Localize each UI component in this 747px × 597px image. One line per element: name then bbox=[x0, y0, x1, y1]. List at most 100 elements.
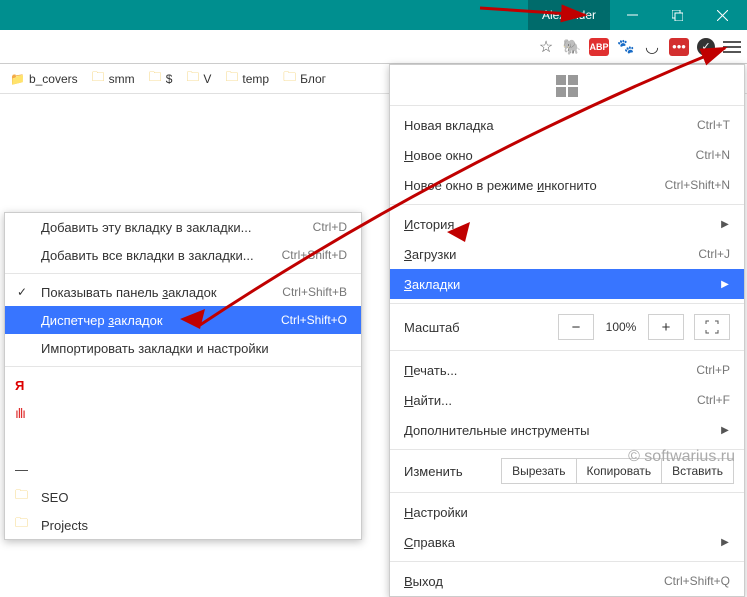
separator bbox=[390, 303, 744, 304]
shortcut: Ctrl+Shift+D bbox=[282, 248, 347, 262]
submenu-show-bar[interactable]: ✓Показывать панель закладокCtrl+Shift+B bbox=[5, 278, 361, 306]
lastpass-icon[interactable]: ••• bbox=[669, 38, 689, 56]
bookmark-label: smm bbox=[109, 72, 135, 86]
folder-icon: 🗀 bbox=[186, 68, 199, 90]
folder-icon: 📁 bbox=[10, 72, 25, 86]
bookmark-label: $ bbox=[166, 72, 173, 86]
menu-label: Диспетчер закладок bbox=[41, 313, 163, 328]
bookmark-folder[interactable]: 🗀 temp bbox=[221, 65, 273, 93]
bookmark-folder-projects[interactable]: 🗀Projects bbox=[5, 511, 361, 539]
chevron-right-icon: ▶ bbox=[720, 219, 730, 230]
menu-label: Импортировать закладки и настройки bbox=[41, 341, 269, 356]
separator bbox=[390, 204, 744, 205]
shortcut: Ctrl+T bbox=[697, 118, 730, 132]
menu-label: Закладки bbox=[404, 277, 460, 292]
separator bbox=[5, 273, 361, 274]
menu-zoom: Масштаб − 100% + bbox=[390, 308, 744, 346]
menu-label: Новое окно bbox=[404, 148, 473, 163]
chevron-right-icon: ▶ bbox=[720, 537, 730, 548]
menu-label: Показывать панель закладок bbox=[41, 285, 217, 300]
bookmark-label: V bbox=[203, 72, 211, 86]
menu-tools[interactable]: Дополнительные инструменты ▶ bbox=[390, 415, 744, 445]
menu-label: Печать... bbox=[404, 363, 457, 378]
menu-help[interactable]: Справка▶ bbox=[390, 527, 744, 557]
menu-new-tab[interactable]: Новая вкладка Ctrl+T bbox=[390, 110, 744, 140]
menu-label: Найти... bbox=[404, 393, 452, 408]
extension-icon[interactable]: ✓ bbox=[697, 38, 715, 56]
bookmark-item[interactable]: Я bbox=[5, 371, 361, 399]
submenu-add-all-tabs[interactable]: Добавить все вкладки в закладки...Ctrl+S… bbox=[5, 241, 361, 269]
separator bbox=[5, 366, 361, 367]
separator bbox=[390, 492, 744, 493]
submenu-bookmark-manager[interactable]: Диспетчер закладокCtrl+Shift+O bbox=[5, 306, 361, 334]
cut-button[interactable]: Вырезать bbox=[501, 458, 576, 484]
shortcut: Ctrl+F bbox=[697, 393, 730, 407]
folder-icon: 🗀 bbox=[149, 68, 162, 90]
menu-label: Дополнительные инструменты bbox=[404, 423, 590, 438]
browser-toolbar: ☆ 🐘 ABP 🐾 ◡ ••• ✓ bbox=[0, 30, 747, 64]
menu-label: Новая вкладка bbox=[404, 118, 494, 133]
menu-label: Добавить эту вкладку в закладки... bbox=[41, 220, 251, 235]
bookmark-label: b_covers bbox=[29, 72, 78, 86]
menu-settings[interactable]: Настройки bbox=[390, 497, 744, 527]
folder-icon: 🗀 bbox=[92, 68, 105, 90]
user-badge[interactable]: Alexander bbox=[528, 0, 610, 30]
check-icon: ✓ bbox=[17, 285, 27, 299]
separator bbox=[390, 350, 744, 351]
folder-icon: 🗀 bbox=[225, 68, 238, 90]
apps-button[interactable] bbox=[390, 65, 744, 101]
pocket-icon[interactable]: ◡ bbox=[643, 38, 661, 56]
bookmark-folder[interactable]: 📁 b_covers bbox=[6, 69, 82, 89]
shortcut: Ctrl+P bbox=[696, 363, 730, 377]
zoom-label: Масштаб bbox=[404, 320, 558, 335]
shortcut: Ctrl+N bbox=[696, 148, 730, 162]
close-button[interactable] bbox=[700, 0, 745, 30]
menu-label: Projects bbox=[41, 518, 88, 533]
bookmark-folder[interactable]: 🗀V bbox=[182, 65, 215, 93]
menu-label: История bbox=[404, 217, 454, 232]
window-titlebar: Alexander bbox=[0, 0, 747, 30]
menu-incognito[interactable]: Новое окно в режиме инкогнитоCtrl+Shift+… bbox=[390, 170, 744, 200]
zoom-value: 100% bbox=[594, 320, 648, 334]
yandex-icon: Я bbox=[15, 378, 24, 393]
menu-downloads[interactable]: ЗагрузкиCtrl+J bbox=[390, 239, 744, 269]
main-menu: Новая вкладка Ctrl+T Новое окно Ctrl+N Нов… bbox=[389, 64, 745, 597]
bookmark-folder[interactable]: 🗀Блог bbox=[279, 65, 330, 93]
zoom-out-button[interactable]: − bbox=[558, 314, 594, 340]
fullscreen-button[interactable] bbox=[694, 314, 730, 340]
bookmark-folder[interactable]: 🗀$ bbox=[145, 65, 177, 93]
submenu-add-this-tab[interactable]: Добавить эту вкладку в закладки... Ctrl+D bbox=[5, 213, 361, 241]
hamburger-menu-icon[interactable] bbox=[723, 38, 741, 56]
menu-find[interactable]: Найти... Ctrl+F bbox=[390, 385, 744, 415]
chevron-right-icon: ▶ bbox=[720, 425, 730, 436]
minimize-button[interactable] bbox=[610, 0, 655, 30]
menu-new-window[interactable]: Новое окно Ctrl+N bbox=[390, 140, 744, 170]
separator bbox=[390, 105, 744, 106]
bookmark-folder-seo[interactable]: 🗀SEO bbox=[5, 483, 361, 511]
folder-icon: 🗀 bbox=[15, 486, 28, 508]
maximize-button[interactable] bbox=[655, 0, 700, 30]
separator bbox=[390, 561, 744, 562]
menu-label: Выход bbox=[404, 574, 443, 589]
bars-icon: ıllı bbox=[15, 405, 25, 421]
shortcut: Ctrl+Shift+N bbox=[665, 178, 730, 192]
bookmark-item[interactable]: ıllı bbox=[5, 399, 361, 427]
shortcut: Ctrl+D bbox=[313, 220, 347, 234]
menu-history[interactable]: История ▶ bbox=[390, 209, 744, 239]
bookmark-folder[interactable]: 🗀 smm bbox=[88, 65, 139, 93]
star-icon[interactable]: ☆ bbox=[537, 38, 555, 56]
submenu-import[interactable]: Импортировать закладки и настройки bbox=[5, 334, 361, 362]
menu-print[interactable]: Печать... Ctrl+P bbox=[390, 355, 744, 385]
bookmark-item[interactable]: — bbox=[5, 455, 361, 483]
menu-bookmarks[interactable]: Закладки▶ bbox=[390, 269, 744, 299]
zoom-in-button[interactable]: + bbox=[648, 314, 684, 340]
adblock-icon[interactable]: ABP bbox=[589, 38, 609, 56]
edit-label: Изменить bbox=[400, 458, 502, 484]
evernote-icon[interactable]: 🐘 bbox=[563, 38, 581, 56]
paw-icon[interactable]: 🐾 bbox=[617, 38, 635, 56]
bookmarks-submenu: Добавить эту вкладку в закладки... Ctrl+D… bbox=[4, 212, 362, 540]
bookmark-item[interactable] bbox=[5, 427, 361, 455]
menu-exit[interactable]: ВыходCtrl+Shift+Q bbox=[390, 566, 744, 596]
bookmark-label: temp bbox=[242, 72, 269, 86]
bookmark-label: Блог bbox=[300, 72, 326, 86]
